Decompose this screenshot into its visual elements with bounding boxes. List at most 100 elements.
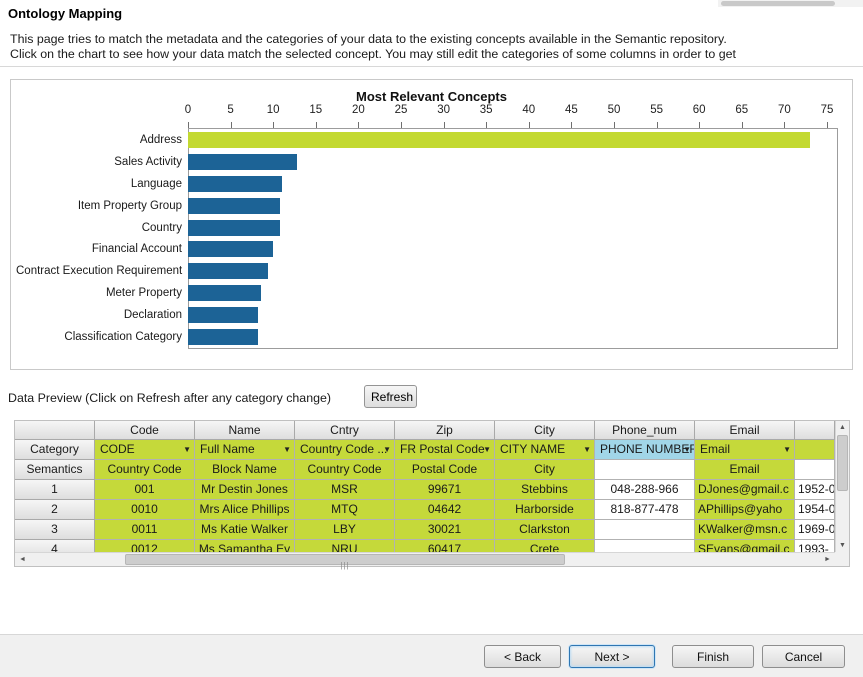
cell-text: PHONE NUMBER bbox=[600, 442, 695, 456]
scroll-left-icon[interactable]: ◄ bbox=[15, 553, 30, 566]
cancel-button[interactable]: Cancel bbox=[762, 645, 845, 668]
chart-rows: AddressSales ActivityLanguageItem Proper… bbox=[16, 129, 837, 348]
scrollbar-grip-icon: ||| bbox=[340, 561, 349, 570]
vertical-scrollbar-thumb[interactable] bbox=[837, 435, 848, 491]
cell-text: 60417 bbox=[428, 542, 461, 552]
chart-bar[interactable] bbox=[188, 220, 280, 236]
row-label: 2 bbox=[15, 500, 95, 520]
cell-text: Stebbins bbox=[521, 482, 568, 496]
next-button[interactable]: Next > bbox=[569, 645, 655, 668]
cell-text: Country Code bbox=[107, 462, 181, 476]
back-button[interactable]: < Back bbox=[484, 645, 561, 668]
category-dropdown[interactable]: FR Postal Code▼ bbox=[395, 440, 495, 460]
data-cell: DJones@gmail.c bbox=[695, 480, 795, 500]
semantics-cell: Country Code bbox=[95, 460, 195, 480]
chart-row: Classification Category bbox=[16, 329, 837, 345]
dropdown-arrow-icon: ▼ bbox=[783, 440, 791, 460]
category-dropdown[interactable]: CITY NAME▼ bbox=[495, 440, 595, 460]
data-preview-table: CodeNameCntryZipCityPhone_numEmailCatego… bbox=[14, 420, 850, 567]
x-tick-label: 5 bbox=[227, 104, 233, 116]
column-header: Email bbox=[695, 421, 795, 440]
column-header: Zip bbox=[395, 421, 495, 440]
top-horizontal-scrollbar[interactable] bbox=[718, 0, 863, 7]
category-dropdown[interactable] bbox=[795, 440, 835, 460]
data-cell: Ms Samantha Ev bbox=[195, 540, 295, 552]
data-cell: 048-288-966 bbox=[595, 480, 695, 500]
chart-bar[interactable] bbox=[188, 154, 297, 170]
chart-category-label: Item Property Group bbox=[16, 200, 188, 212]
data-cell: 1954-0 bbox=[795, 500, 835, 520]
table-vertical-scrollbar[interactable]: ▲ ▼ bbox=[835, 421, 849, 552]
refresh-button[interactable]: Refresh bbox=[364, 385, 417, 408]
chart-bar[interactable] bbox=[188, 285, 261, 301]
semantics-cell: City bbox=[495, 460, 595, 480]
data-cell: 1952-0 bbox=[795, 480, 835, 500]
semantics-cell: Email bbox=[695, 460, 795, 480]
cell-text: 2 bbox=[51, 502, 58, 516]
chart-bar[interactable] bbox=[188, 132, 810, 148]
cell-text: Full Name bbox=[200, 442, 255, 456]
x-tick-label: 10 bbox=[267, 104, 280, 116]
cell-text: Mr Destin Jones bbox=[201, 482, 288, 496]
semantics-cell: Country Code bbox=[295, 460, 395, 480]
chart-category-label: Contract Execution Requirement bbox=[16, 265, 188, 277]
data-cell: 1969-0 bbox=[795, 520, 835, 540]
chart-category-label: Financial Account bbox=[16, 243, 188, 255]
cell-text: Country Code bbox=[307, 462, 381, 476]
horizontal-scrollbar-thumb[interactable]: ||| bbox=[125, 554, 565, 565]
data-cell: 30021 bbox=[395, 520, 495, 540]
chart-bar[interactable] bbox=[188, 307, 258, 323]
chart-bar[interactable] bbox=[188, 329, 258, 345]
cell-text: LBY bbox=[333, 522, 356, 536]
scroll-down-icon[interactable]: ▼ bbox=[836, 539, 849, 552]
column-header: City bbox=[495, 421, 595, 440]
scroll-right-icon[interactable]: ► bbox=[820, 553, 835, 566]
category-dropdown[interactable]: Email ▼ bbox=[695, 440, 795, 460]
row-label: Semantics bbox=[15, 460, 95, 480]
cell-text: Email bbox=[729, 462, 759, 476]
x-tick-label: 70 bbox=[778, 104, 791, 116]
cell-text: 1 bbox=[51, 482, 58, 496]
concepts-chart-panel[interactable]: Most Relevant Concepts 05101520253035404… bbox=[10, 79, 853, 370]
column-header: Name bbox=[195, 421, 295, 440]
chart-row: Sales Activity bbox=[16, 154, 837, 170]
category-dropdown[interactable]: Full Name▼ bbox=[195, 440, 295, 460]
cell-text: KWalker@msn.c bbox=[698, 522, 787, 536]
x-tick-label: 75 bbox=[821, 104, 834, 116]
chart-category-label: Meter Property bbox=[16, 287, 188, 299]
x-tick-label: 0 bbox=[185, 104, 191, 116]
x-tick-label: 40 bbox=[522, 104, 535, 116]
category-dropdown[interactable]: Country Code ...▼ bbox=[295, 440, 395, 460]
cell-text: Email bbox=[700, 442, 730, 456]
category-dropdown[interactable]: CODE▼ bbox=[95, 440, 195, 460]
cell-text: 0010 bbox=[131, 502, 158, 516]
table-row: 30011Ms Katie WalkerLBY30021ClarkstonKWa… bbox=[15, 520, 835, 540]
chart-bar[interactable] bbox=[188, 241, 273, 257]
cell-text: NRU bbox=[332, 542, 358, 552]
cell-text: 1954-0 bbox=[798, 502, 835, 516]
cell-text: 4 bbox=[51, 542, 58, 552]
chart-bar[interactable] bbox=[188, 263, 268, 279]
chart-bar[interactable] bbox=[188, 198, 280, 214]
category-dropdown[interactable]: PHONE NUMBER▼ bbox=[595, 440, 695, 460]
data-cell: APhillips@yaho bbox=[695, 500, 795, 520]
ontology-mapping-wizard: Ontology Mapping This page tries to matc… bbox=[0, 0, 863, 677]
cell-text: Phone_num bbox=[612, 423, 677, 437]
cell-text: Postal Code bbox=[412, 462, 477, 476]
cell-text: 1993- bbox=[798, 542, 829, 552]
scroll-up-icon[interactable]: ▲ bbox=[836, 421, 849, 434]
dropdown-arrow-icon: ▼ bbox=[583, 440, 591, 460]
table-horizontal-scrollbar[interactable]: ◄ ||| ► bbox=[15, 552, 835, 566]
finish-button[interactable]: Finish bbox=[672, 645, 754, 668]
data-cell: Mr Destin Jones bbox=[195, 480, 295, 500]
top-scrollbar-thumb[interactable] bbox=[721, 1, 835, 6]
column-header: Phone_num bbox=[595, 421, 695, 440]
data-cell: 0011 bbox=[95, 520, 195, 540]
chart-category-label: Sales Activity bbox=[16, 156, 188, 168]
row-label: 3 bbox=[15, 520, 95, 540]
cell-text: Semantics bbox=[26, 462, 82, 476]
chart-bar[interactable] bbox=[188, 176, 282, 192]
data-cell: Clarkston bbox=[495, 520, 595, 540]
chart-category-label: Address bbox=[16, 134, 188, 146]
cell-text: Code bbox=[130, 423, 159, 437]
